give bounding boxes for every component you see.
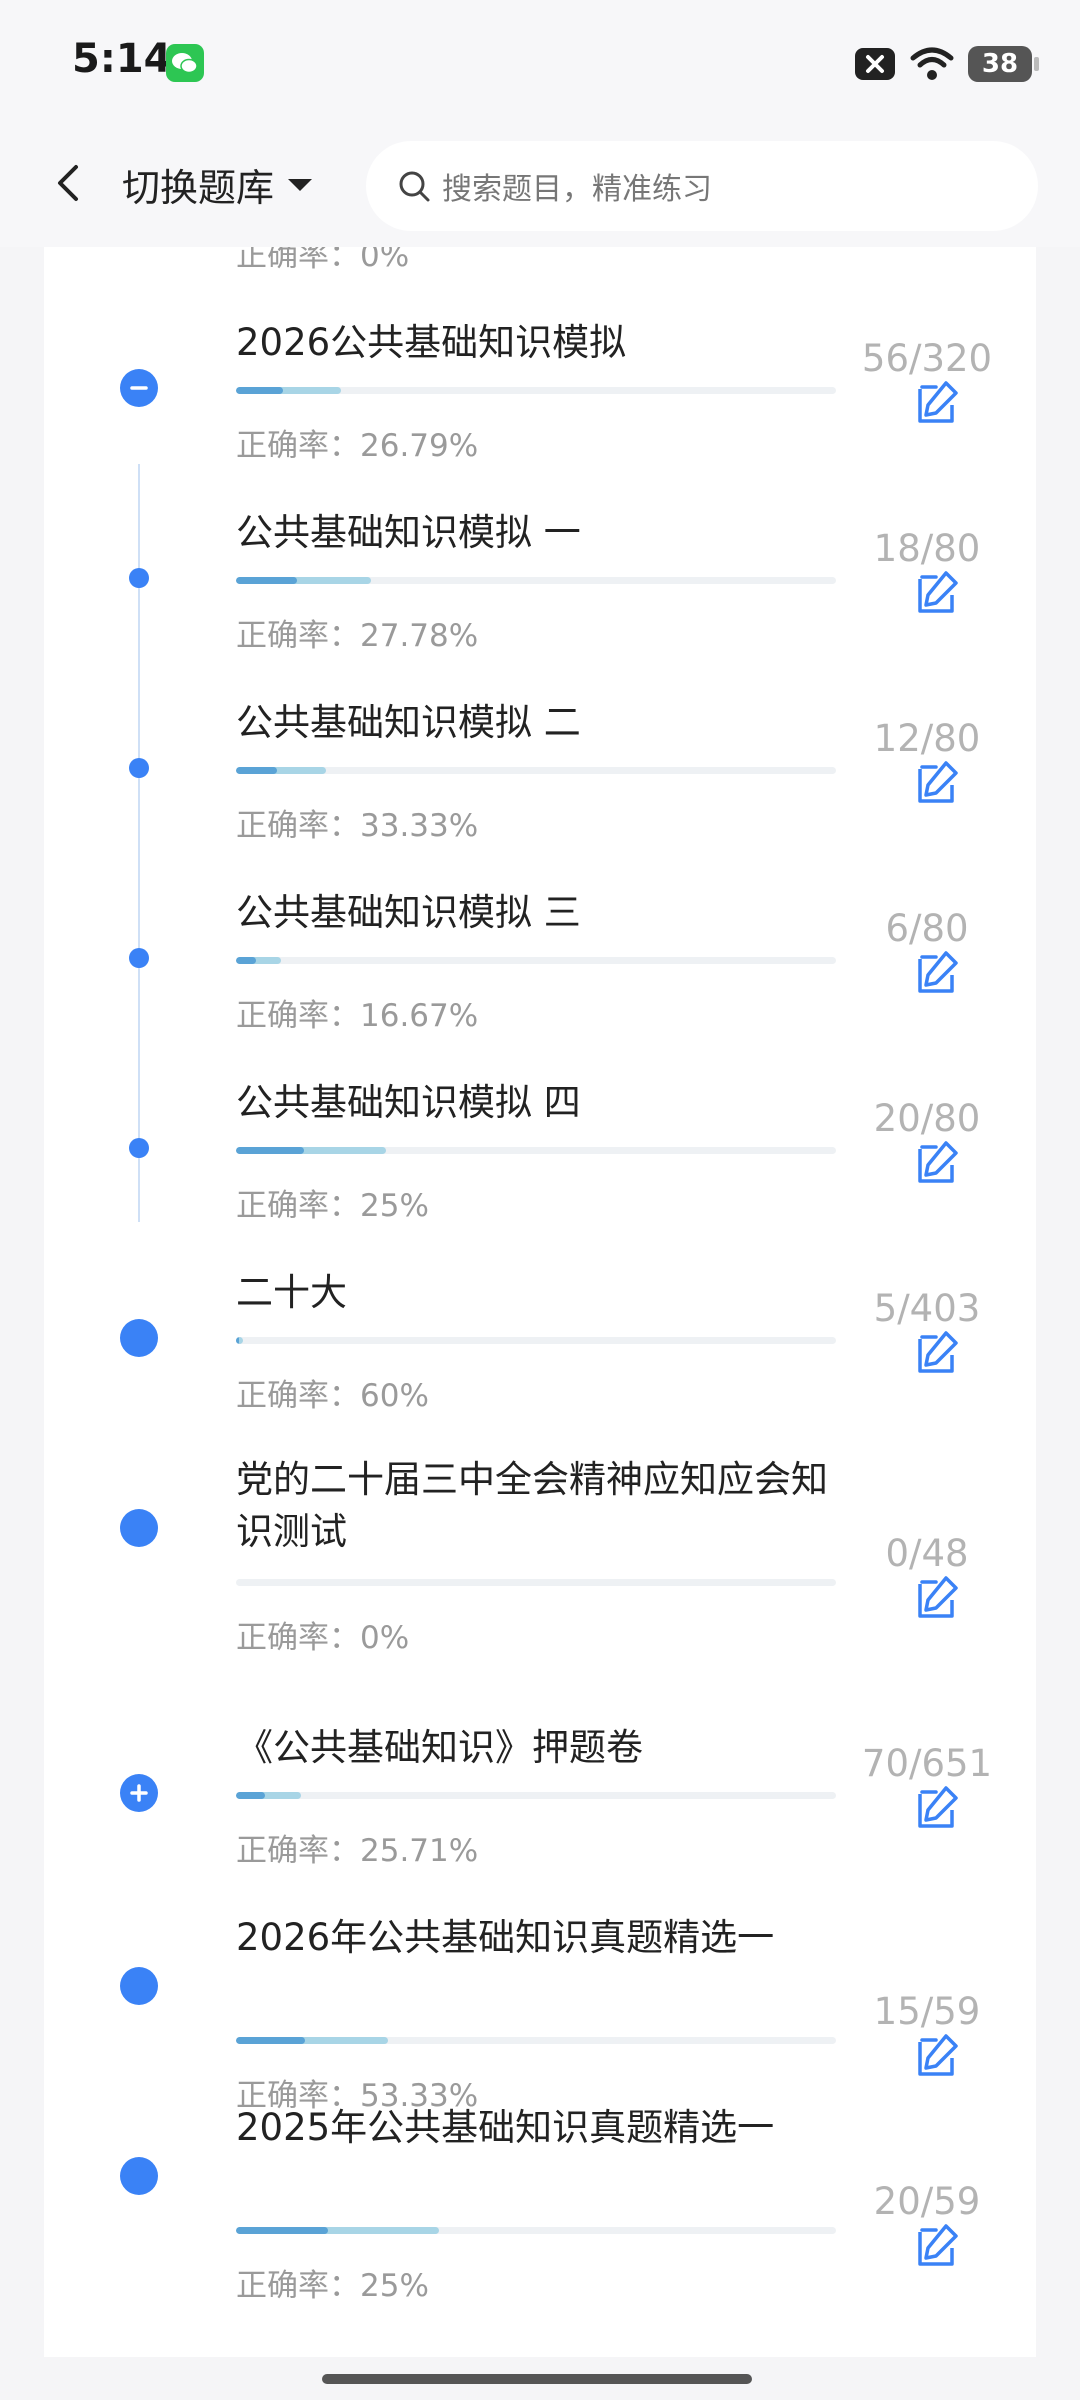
progress-fill xyxy=(236,577,297,584)
progress-fill xyxy=(236,387,284,394)
progress-bar xyxy=(236,1337,836,1344)
list-item[interactable]: 2025年公共基础知识真题精选一正确率：25% 20/59 xyxy=(44,2032,1036,2304)
item-title: 公共基础知识模拟 三 xyxy=(236,891,581,934)
edit-practice-button[interactable] xyxy=(914,1327,962,1375)
edit-practice-button[interactable] xyxy=(914,1572,962,1620)
search-input[interactable]: 搜索题目，精准练习 xyxy=(366,141,1038,231)
timeline-node-small xyxy=(129,758,149,778)
answered-count: 70/651 xyxy=(861,1742,993,1785)
progress-bar xyxy=(236,957,836,964)
answered-count: 0/48 xyxy=(885,1532,969,1575)
item-title: 二十大 xyxy=(236,1271,347,1314)
edit-icon xyxy=(918,2224,958,2266)
edit-icon xyxy=(918,951,958,993)
item-title: 2026公共基础知识模拟 xyxy=(236,321,627,364)
collapse-icon[interactable] xyxy=(120,369,158,407)
progress-fill xyxy=(236,957,257,964)
progress-bar xyxy=(236,1579,836,1586)
edit-practice-button[interactable] xyxy=(914,947,962,995)
item-title: 公共基础知识模拟 四 xyxy=(236,1081,581,1124)
answered-count: 56/320 xyxy=(861,337,993,380)
answered-count: 20/59 xyxy=(873,2180,981,2223)
progress-bar xyxy=(236,767,836,774)
list-item[interactable]: 《公共基础知识》押题卷 正确率：25.71% 70/651 xyxy=(44,1652,1036,1869)
switch-bank-dropdown[interactable]: 切换题库 xyxy=(122,157,314,212)
status-time: 5:14 xyxy=(72,36,172,82)
item-title: 党的二十届三中全会精神应知应会知识测试 xyxy=(236,1458,828,1553)
list-item[interactable]: 二十大 正确率：60% 5/403 xyxy=(44,1197,1036,1414)
item-title: 公共基础知识模拟 一 xyxy=(236,511,581,554)
timeline-node-small xyxy=(129,568,149,588)
edit-practice-button[interactable] xyxy=(914,567,962,615)
progress-fill xyxy=(236,2227,328,2234)
expand-icon[interactable] xyxy=(120,1774,158,1812)
list-item[interactable]: 2026公共基础知识模拟 正确率：26.79% 56/320 xyxy=(44,247,1036,464)
timeline-node xyxy=(120,2157,158,2195)
edit-icon xyxy=(918,1576,958,1618)
edit-icon xyxy=(918,1786,958,1828)
item-title: 公共基础知识模拟 二 xyxy=(236,701,581,744)
home-indicator[interactable] xyxy=(322,2374,752,2384)
answered-count: 6/80 xyxy=(885,907,969,950)
search-placeholder: 搜索题目，精准练习 xyxy=(442,172,712,207)
timeline-node-small xyxy=(129,1138,149,1158)
item-title: 2025年公共基础知识真题精选一 xyxy=(236,2106,775,2149)
edit-icon xyxy=(918,381,958,423)
accuracy-label: 正确率：0% xyxy=(236,1620,410,1656)
list-item[interactable]: 公共基础知识模拟 二正确率：33.33% 12/80 xyxy=(44,627,1036,844)
accuracy-label: 正确率：25% xyxy=(236,2268,429,2304)
header: 切换题库 搜索题目，精准练习 xyxy=(0,125,1080,247)
list-item[interactable]: 党的二十届三中全会精神应知应会知识测试正确率：0% 0/48 xyxy=(44,1384,1036,1656)
item-title: 《公共基础知识》押题卷 xyxy=(236,1726,643,1769)
edit-practice-button[interactable] xyxy=(914,377,962,425)
timeline-node xyxy=(120,1967,158,2005)
progress-fill xyxy=(236,767,277,774)
answered-count: 15/59 xyxy=(873,1990,981,2033)
timeline-node xyxy=(120,1509,158,1547)
edit-icon xyxy=(918,761,958,803)
progress-fill xyxy=(236,1147,304,1154)
wifi-icon xyxy=(910,47,954,80)
edit-practice-button[interactable] xyxy=(914,1782,962,1830)
edit-icon xyxy=(918,571,958,613)
status-bar: 5:14 38 xyxy=(0,0,1080,125)
progress-bar xyxy=(236,2227,836,2234)
back-button[interactable] xyxy=(40,153,100,213)
switch-bank-label: 切换题库 xyxy=(122,166,275,210)
back-arrow-icon xyxy=(58,165,78,201)
caret-down-icon xyxy=(288,178,313,191)
question-bank-list: 正确率：0%0/72026公共基础知识模拟正确率：26.79%56/320公共基… xyxy=(44,247,1036,2357)
edit-practice-button[interactable] xyxy=(914,1137,962,1185)
item-title: 2026年公共基础知识真题精选一 xyxy=(236,1916,775,1959)
timeline-node xyxy=(120,1319,158,1357)
edit-practice-button[interactable] xyxy=(914,757,962,805)
progress-bar xyxy=(236,1147,836,1154)
answered-count: 18/80 xyxy=(873,527,981,570)
timeline-node-small xyxy=(129,948,149,968)
answered-count: 5/403 xyxy=(873,1287,981,1330)
list-item[interactable]: 公共基础知识模拟 一正确率：27.78% 18/80 xyxy=(44,437,1036,654)
list-item[interactable]: 公共基础知识模拟 三正确率：16.67% 6/80 xyxy=(44,817,1036,1034)
battery-level: 38 xyxy=(981,49,1019,79)
answered-count: 12/80 xyxy=(873,717,981,760)
sim-blocked-icon xyxy=(855,48,895,80)
edit-practice-button[interactable] xyxy=(914,2220,962,2268)
system-icons: 38 xyxy=(854,42,1039,86)
progress-bar xyxy=(236,1792,836,1799)
wechat-notification-icon xyxy=(166,44,204,82)
list-item[interactable]: 公共基础知识模拟 四正确率：25% 20/80 xyxy=(44,1007,1036,1224)
progress-fill xyxy=(236,1792,266,1799)
progress-bar xyxy=(236,577,836,584)
battery-icon: 38 xyxy=(968,46,1039,82)
progress-bar xyxy=(236,387,836,394)
answered-count: 20/80 xyxy=(873,1097,981,1140)
edit-icon xyxy=(918,1331,958,1373)
search-icon xyxy=(399,171,430,202)
edit-icon xyxy=(918,1141,958,1183)
progress-fill xyxy=(236,1337,240,1344)
